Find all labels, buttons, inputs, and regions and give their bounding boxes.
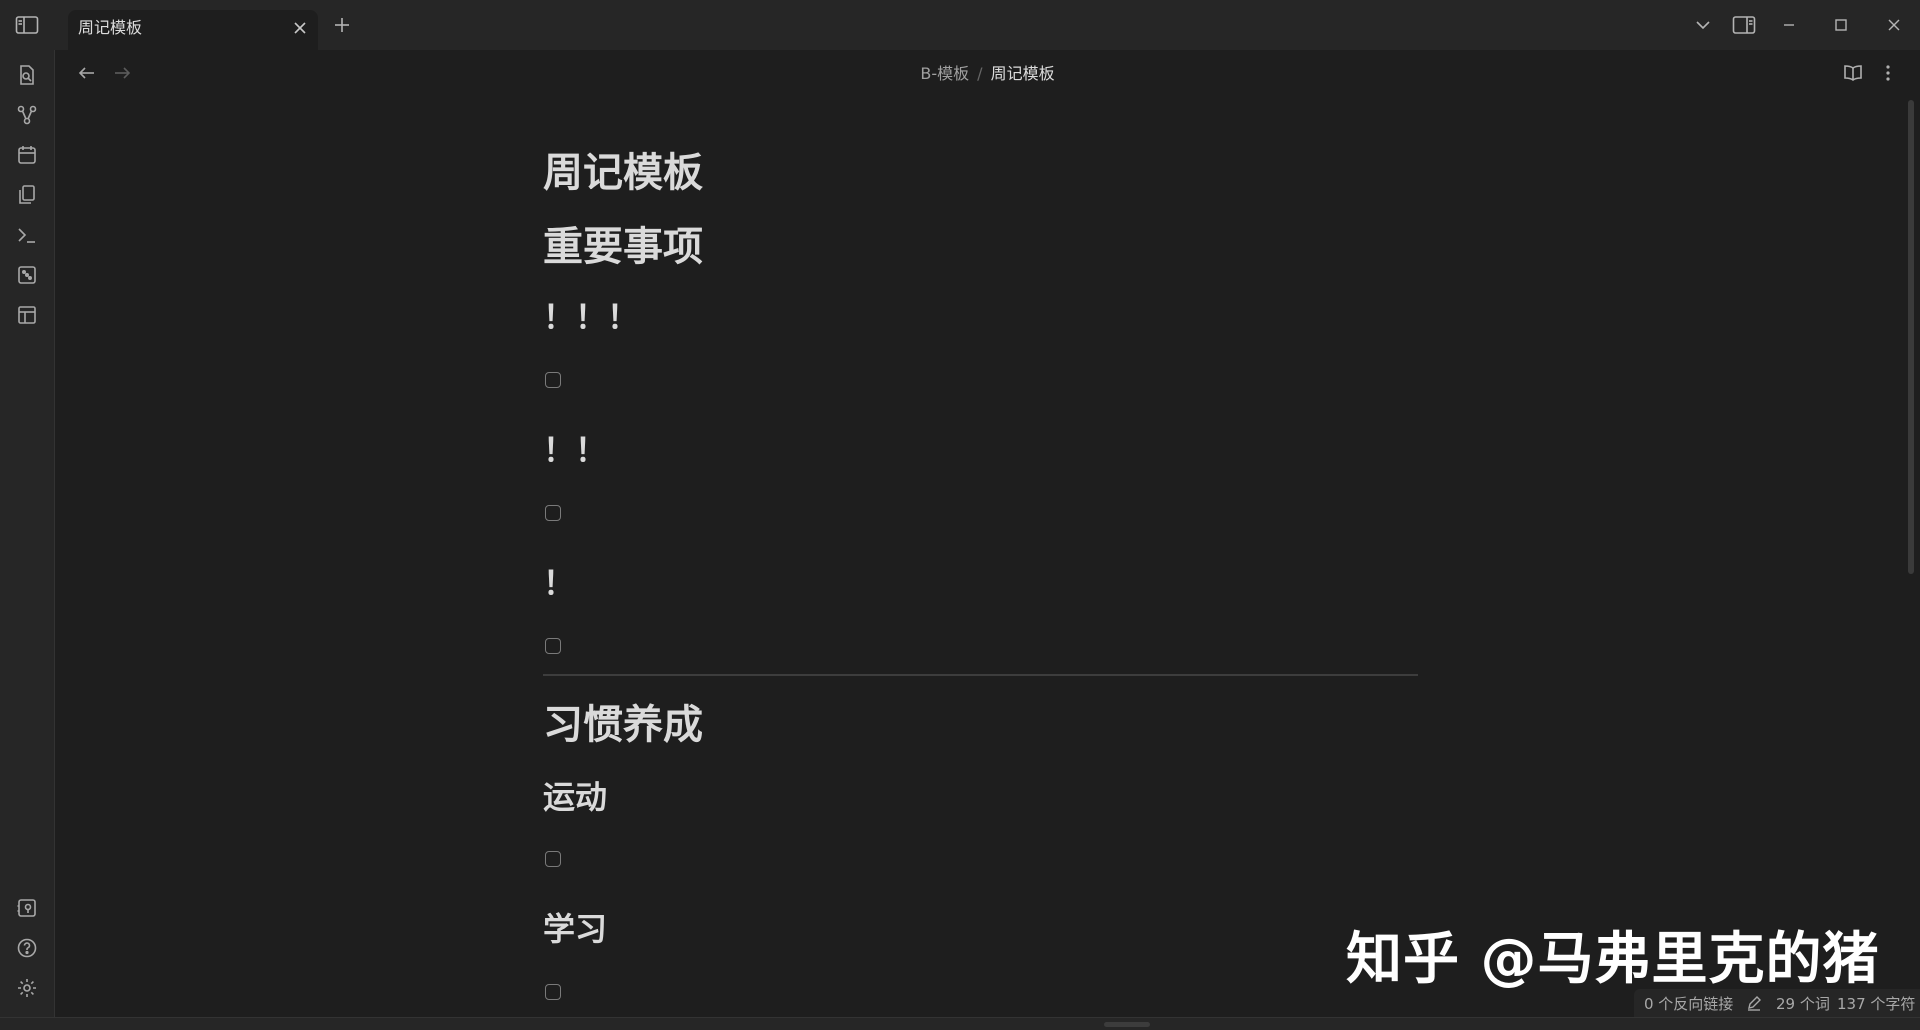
- word-count: 29 个词: [1776, 995, 1830, 1013]
- calendar-icon[interactable]: [14, 142, 40, 168]
- heading-study: 学习: [543, 910, 608, 948]
- heading-priority-low: ！: [543, 564, 576, 602]
- toggle-left-sidebar-icon[interactable]: [7, 0, 47, 50]
- breadcrumb-current[interactable]: 周记模板: [991, 64, 1055, 83]
- heading-priority-medium: ！！: [543, 431, 608, 469]
- templates-icon[interactable]: [14, 302, 40, 328]
- status-bar: 0 个反向链接 29 个词 137 个字符: [1634, 989, 1920, 1017]
- help-icon[interactable]: [14, 935, 40, 961]
- breadcrumb-separator: /: [977, 64, 983, 83]
- heading-priority-high: ！！！: [543, 298, 640, 336]
- heading-exercise: 运动: [543, 778, 608, 816]
- quick-switcher-icon[interactable]: [14, 62, 40, 88]
- heading-important-items: 重要事项: [543, 224, 703, 270]
- scrollbar[interactable]: [1908, 100, 1914, 574]
- copy-files-icon[interactable]: [14, 182, 40, 208]
- tab-title: 周记模板: [78, 18, 143, 37]
- settings-icon[interactable]: [14, 975, 40, 1001]
- view-header: B-模板 / 周记模板: [55, 50, 1920, 96]
- backlinks-count[interactable]: 0 个反向链接: [1644, 993, 1733, 1014]
- char-count: 137 个字符: [1837, 995, 1916, 1013]
- maximize-window-icon[interactable]: [1821, 0, 1861, 50]
- watermark: 知乎 @马弗里克的猪: [1346, 927, 1880, 992]
- edit-mode-pencil-icon[interactable]: [1746, 995, 1762, 1011]
- task-checkbox[interactable]: [545, 851, 561, 867]
- task-checkbox[interactable]: [545, 638, 561, 654]
- resize-handle[interactable]: [1104, 1022, 1150, 1027]
- reading-view-book-icon[interactable]: [1838, 58, 1868, 88]
- note-editor: 周记模板 重要事项 ！！！ ！！ ！ 习惯养成 运动 学习: [0, 0, 1920, 1029]
- vault-switcher-icon[interactable]: [14, 895, 40, 921]
- breadcrumb-folder[interactable]: B-模板: [920, 64, 969, 83]
- minimize-window-icon[interactable]: [1769, 0, 1809, 50]
- task-checkbox[interactable]: [545, 505, 561, 521]
- close-tab-icon[interactable]: [290, 18, 310, 38]
- random-note-icon[interactable]: [14, 262, 40, 288]
- breadcrumb: B-模板 / 周记模板: [55, 50, 1920, 98]
- more-options-icon[interactable]: [1873, 58, 1903, 88]
- toggle-right-sidebar-icon[interactable]: [1724, 0, 1764, 50]
- bottom-bar: [0, 1017, 1920, 1030]
- task-checkbox[interactable]: [545, 984, 561, 1000]
- command-palette-icon[interactable]: [14, 222, 40, 248]
- title-bar: 周记模板: [0, 0, 1920, 50]
- new-tab-icon[interactable]: [322, 0, 362, 50]
- tab-list-chevron-down-icon[interactable]: [1683, 0, 1723, 50]
- note-title: 周记模板: [543, 150, 703, 196]
- close-window-icon[interactable]: [1874, 0, 1914, 50]
- horizontal-rule: [543, 674, 1418, 676]
- task-checkbox[interactable]: [545, 372, 561, 388]
- ribbon: [0, 50, 55, 1017]
- heading-habits: 习惯养成: [543, 702, 703, 748]
- graph-view-icon[interactable]: [14, 102, 40, 128]
- tab-active[interactable]: 周记模板: [68, 10, 318, 50]
